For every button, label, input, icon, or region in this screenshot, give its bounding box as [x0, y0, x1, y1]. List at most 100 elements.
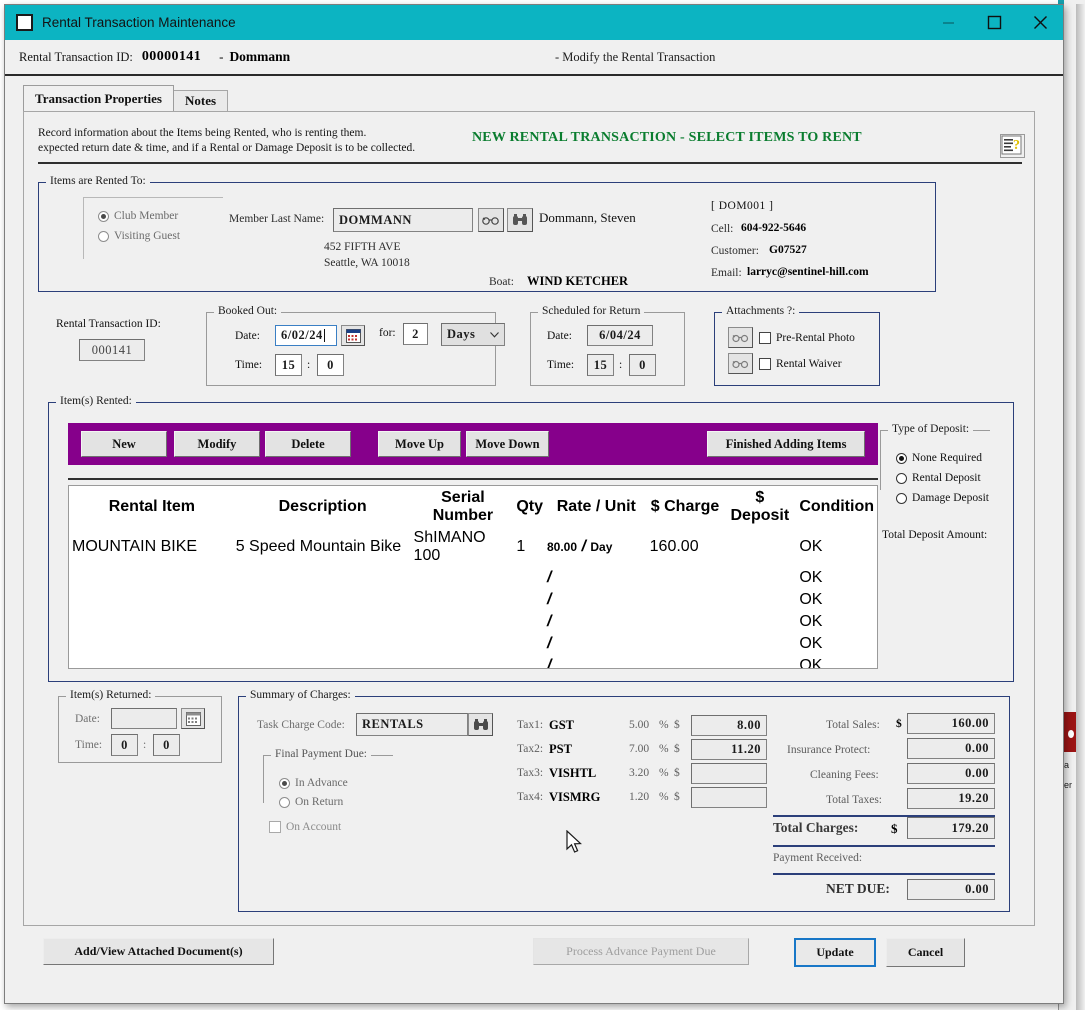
col-serial-number[interactable]: Serial Number [413, 488, 514, 526]
cell-charge[interactable]: 160.00 [649, 528, 722, 566]
table-row[interactable]: / OK [71, 656, 875, 669]
booked-out-for-input[interactable]: 2 [403, 323, 428, 345]
rental-waiver-view-icon[interactable] [728, 353, 753, 374]
cell-qty[interactable] [515, 568, 544, 588]
glasses-lookup-icon[interactable] [478, 208, 504, 232]
cell-deposit[interactable] [723, 568, 796, 588]
booked-out-time-minute[interactable]: 0 [317, 354, 344, 376]
returned-date-input[interactable] [111, 708, 177, 729]
returned-time-hour[interactable]: 0 [111, 734, 138, 756]
cell-serial-number[interactable]: ShIMANO 100 [413, 528, 514, 566]
cell-description[interactable] [235, 634, 411, 654]
rented-items-grid[interactable]: Rental Item Description Serial Number Qt… [68, 485, 878, 669]
cell-rental-item[interactable] [71, 612, 233, 632]
table-row[interactable]: / OK [71, 634, 875, 654]
maximize-icon[interactable] [971, 5, 1017, 40]
col-charge[interactable]: $ Charge [649, 488, 722, 526]
cell-charge[interactable] [649, 590, 722, 610]
col-rental-item[interactable]: Rental Item [71, 488, 233, 526]
table-row[interactable]: MOUNTAIN BIKE5 Speed Mountain BikeShIMAN… [71, 528, 875, 566]
cell-rental-item[interactable] [71, 634, 233, 654]
cell-condition[interactable]: OK [798, 612, 875, 632]
col-qty[interactable]: Qty [515, 488, 544, 526]
cell-serial-number[interactable] [413, 656, 514, 669]
cell-charge[interactable] [649, 568, 722, 588]
update-button[interactable]: Update [794, 938, 876, 967]
cell-serial-number[interactable] [413, 634, 514, 654]
table-row[interactable]: / OK [71, 568, 875, 588]
help-question-icon[interactable]: ? [1000, 134, 1025, 158]
cell-description[interactable] [235, 568, 411, 588]
cell-description[interactable]: 5 Speed Mountain Bike [235, 528, 411, 566]
radio-in-advance[interactable]: In Advance [279, 777, 348, 789]
checkbox-pre-rental-photo[interactable]: Pre-Rental Photo [759, 332, 855, 344]
cell-rate-unit[interactable]: / [546, 568, 647, 588]
cell-qty[interactable]: 1 [515, 528, 544, 566]
radio-on-return[interactable]: On Return [279, 796, 343, 808]
minimize-icon[interactable] [925, 5, 971, 40]
cell-condition[interactable]: OK [798, 568, 875, 588]
cell-charge[interactable] [649, 656, 722, 669]
binoculars-search-icon[interactable] [507, 208, 533, 232]
cell-qty[interactable] [515, 590, 544, 610]
cell-qty[interactable] [515, 656, 544, 669]
table-row[interactable]: / OK [71, 590, 875, 610]
cell-deposit[interactable] [723, 634, 796, 654]
cell-rental-item[interactable]: MOUNTAIN BIKE [71, 528, 233, 566]
calendar-icon[interactable] [341, 325, 365, 346]
radio-rental-deposit[interactable]: Rental Deposit [896, 472, 981, 484]
col-deposit[interactable]: $ Deposit [723, 488, 796, 526]
cell-condition[interactable]: OK [798, 528, 875, 566]
cell-rate-unit[interactable]: / [546, 634, 647, 654]
cell-charge[interactable] [649, 612, 722, 632]
radio-none-required[interactable]: None Required [896, 452, 982, 464]
add-view-attached-documents-button[interactable]: Add/View Attached Document(s) [43, 938, 274, 965]
cell-rate-unit[interactable]: 80.00 / Day [546, 528, 647, 566]
col-description[interactable]: Description [235, 488, 411, 526]
booked-out-time-hour[interactable]: 15 [275, 354, 302, 376]
cell-rental-item[interactable] [71, 656, 233, 669]
cell-deposit[interactable] [723, 656, 796, 669]
booked-out-unit-select[interactable]: Days [441, 323, 505, 346]
cell-condition[interactable]: OK [798, 656, 875, 669]
returned-calendar-icon[interactable] [181, 708, 205, 729]
cell-condition[interactable]: OK [798, 590, 875, 610]
cell-condition[interactable]: OK [798, 634, 875, 654]
cell-description[interactable] [235, 590, 411, 610]
booked-out-date-input[interactable]: 6/02/24 [275, 325, 337, 346]
new-item-button[interactable]: New [81, 431, 167, 457]
radio-club-member[interactable]: Club Member [98, 210, 178, 222]
checkbox-on-account[interactable]: On Account [269, 821, 341, 833]
close-icon[interactable] [1017, 5, 1063, 40]
member-last-name-input[interactable]: DOMMANN [333, 208, 473, 232]
move-down-button[interactable]: Move Down [466, 431, 549, 457]
cell-qty[interactable] [515, 634, 544, 654]
cell-charge[interactable] [649, 634, 722, 654]
checkbox-rental-waiver[interactable]: Rental Waiver [759, 358, 842, 370]
cell-qty[interactable] [515, 612, 544, 632]
cell-serial-number[interactable] [413, 590, 514, 610]
cell-serial-number[interactable] [413, 612, 514, 632]
cell-description[interactable] [235, 612, 411, 632]
cell-rental-item[interactable] [71, 590, 233, 610]
radio-visiting-guest[interactable]: Visiting Guest [98, 230, 180, 242]
cell-description[interactable] [235, 656, 411, 669]
task-charge-code-search-icon[interactable] [468, 713, 493, 736]
cell-serial-number[interactable] [413, 568, 514, 588]
col-rate-unit[interactable]: Rate / Unit [546, 488, 647, 526]
modify-item-button[interactable]: Modify [174, 431, 260, 457]
cell-rate-unit[interactable]: / [546, 590, 647, 610]
delete-item-button[interactable]: Delete [265, 431, 351, 457]
col-condition[interactable]: Condition [798, 488, 875, 526]
cell-rate-unit[interactable]: / [546, 612, 647, 632]
task-charge-code-input[interactable]: RENTALS [356, 713, 468, 736]
cell-deposit[interactable] [723, 612, 796, 632]
tab-notes[interactable]: Notes [173, 90, 228, 111]
cell-rate-unit[interactable]: / [546, 656, 647, 669]
finished-adding-items-button[interactable]: Finished Adding Items [707, 431, 865, 457]
cancel-button[interactable]: Cancel [886, 938, 965, 967]
table-row[interactable]: / OK [71, 612, 875, 632]
move-up-button[interactable]: Move Up [378, 431, 461, 457]
returned-time-minute[interactable]: 0 [153, 734, 180, 756]
pre-rental-photo-view-icon[interactable] [728, 327, 753, 348]
